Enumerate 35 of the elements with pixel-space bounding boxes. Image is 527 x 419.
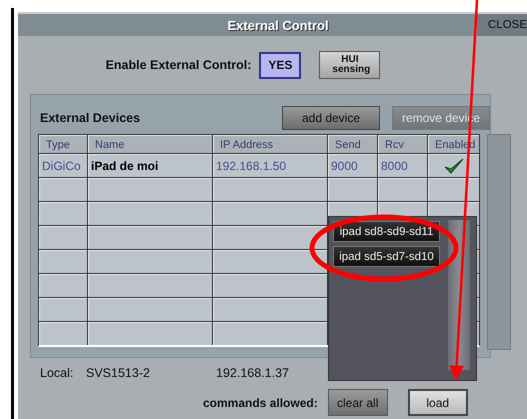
load-button[interactable]: load bbox=[408, 389, 468, 416]
table-cell: 192.168.1.50 bbox=[213, 154, 327, 177]
table-cell bbox=[39, 226, 87, 249]
enable-label: Enable External Control: bbox=[106, 58, 252, 72]
table-cell bbox=[39, 178, 87, 201]
table-cell bbox=[39, 322, 87, 345]
preset-item[interactable]: ipad sd5-sd7-sd10 bbox=[333, 246, 440, 267]
table-cell bbox=[39, 202, 87, 225]
table-cell: 8000 bbox=[378, 154, 427, 177]
column-header: IP Address bbox=[213, 135, 327, 153]
local-label: Local: bbox=[40, 366, 74, 380]
column-header: Rcv bbox=[378, 135, 427, 153]
local-ip: 192.168.1.37 bbox=[216, 366, 289, 380]
yes-button[interactable]: YES bbox=[259, 52, 302, 78]
panel-title: External Devices bbox=[40, 111, 142, 125]
table-cell: iPad de moi bbox=[88, 154, 212, 177]
local-name: SVS1513-2 bbox=[86, 366, 151, 380]
table-cell bbox=[328, 178, 377, 201]
close-button[interactable]: CLOSE bbox=[476, 14, 527, 36]
window-title: External Control bbox=[227, 18, 329, 32]
commands-label: commands allowed: bbox=[203, 396, 318, 410]
table-cell bbox=[39, 298, 87, 321]
add-device-button[interactable]: add device bbox=[282, 106, 380, 130]
hui-sensing-button[interactable]: HUI sensing bbox=[319, 51, 380, 79]
scroll-bar[interactable] bbox=[487, 134, 511, 350]
column-header: Type bbox=[39, 135, 87, 153]
table-cell bbox=[39, 250, 87, 273]
table-cell bbox=[378, 178, 427, 201]
preset-item[interactable]: ipad sd8-sd9-sd11 bbox=[333, 221, 440, 242]
column-header: Send bbox=[328, 135, 377, 153]
table-cell bbox=[39, 274, 87, 297]
table-cell: DiGiCo bbox=[39, 154, 87, 177]
table-cell: 9000 bbox=[328, 154, 377, 177]
column-header: Name bbox=[88, 135, 212, 153]
clear-all-button[interactable]: clear all bbox=[328, 389, 388, 416]
